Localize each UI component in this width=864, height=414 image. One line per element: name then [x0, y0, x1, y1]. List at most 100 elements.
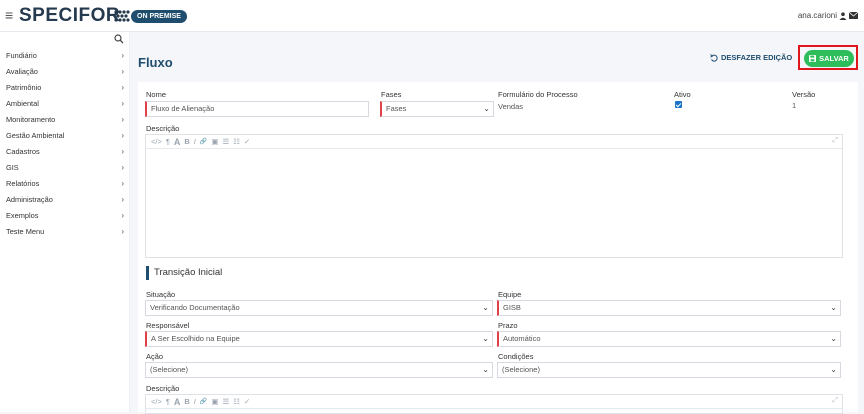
fullscreen-icon[interactable]: ⤢ — [832, 397, 838, 405]
bold-icon[interactable]: B — [184, 397, 189, 406]
sidebar-item-gestao-ambiental[interactable]: Gestão Ambiental › — [0, 127, 130, 143]
user-menu[interactable]: ana.carioni — [798, 11, 858, 20]
transicao-descricao-editor[interactable]: </> ¶ A B I 🔗 ▣ ☰ ☷ ✓ ⤢ — [145, 394, 843, 414]
fullscreen-icon[interactable]: ⤢ — [832, 137, 838, 145]
chevron-down-icon: ⌄ — [482, 365, 489, 374]
chevron-right-icon: › — [121, 194, 124, 204]
chevron-right-icon: › — [121, 178, 124, 188]
prazo-label: Prazo — [498, 321, 518, 330]
link-icon[interactable]: 🔗 — [200, 398, 207, 405]
fases-select[interactable]: Fases ⌄ — [380, 101, 494, 117]
editor-toolbar: </> ¶ A B I 🔗 ▣ ☰ ☷ ✓ — [146, 395, 842, 409]
nome-input[interactable]: Fluxo de Alienação — [145, 101, 369, 117]
sidebar-item-monitoramento[interactable]: Monitoramento › — [0, 111, 130, 127]
font-icon[interactable]: A — [174, 137, 181, 147]
nome-label: Nome — [146, 90, 167, 99]
chevron-down-icon: ⌄ — [830, 365, 837, 374]
clear-format-icon[interactable]: ✓ — [244, 397, 250, 406]
sidebar-item-label: Administração — [6, 194, 53, 204]
undo-edit-button[interactable]: DESFAZER EDIÇÃO — [710, 53, 792, 62]
ativo-checkbox[interactable] — [675, 101, 682, 108]
responsavel-value: A Ser Escolhido na Equipe — [151, 334, 240, 343]
chevron-right-icon: › — [121, 82, 124, 92]
prazo-value: Automático — [503, 334, 541, 343]
sidebar-item-fundiario[interactable]: Fundiário › — [0, 47, 130, 63]
image-icon[interactable]: ▣ — [211, 137, 218, 146]
equipe-label: Equipe — [498, 290, 522, 299]
save-button[interactable]: SALVAR — [804, 50, 854, 67]
acao-label: Ação — [146, 352, 164, 361]
situacao-value: Verificando Documentação — [150, 303, 240, 312]
sidebar-item-exemplos[interactable]: Exemplos › — [0, 207, 130, 223]
paragraph-icon[interactable]: ¶ — [166, 397, 170, 406]
chevron-right-icon: › — [121, 98, 124, 108]
situacao-select[interactable]: Verificando Documentação ⌄ — [145, 300, 493, 316]
chevron-down-icon: ⌄ — [482, 303, 489, 312]
sidebar-item-cadastros[interactable]: Cadastros › — [0, 143, 130, 159]
mail-icon[interactable] — [849, 12, 858, 19]
descricao-label: Descrição — [146, 124, 180, 133]
sidebar-item-administracao[interactable]: Administração › — [0, 191, 130, 207]
chevron-down-icon: ⌄ — [482, 334, 489, 343]
chevron-right-icon: › — [121, 146, 124, 156]
prazo-select[interactable]: Automático ⌄ — [497, 331, 841, 347]
save-highlight: SALVAR — [798, 45, 858, 70]
chevron-right-icon: › — [121, 66, 124, 76]
chevron-right-icon: › — [121, 130, 124, 140]
sidebar-item-label: Exemplos — [6, 210, 39, 220]
equipe-select[interactable]: GISB ⌄ — [497, 300, 841, 316]
chevron-right-icon: › — [121, 162, 124, 172]
chevron-down-icon: ⌄ — [830, 303, 837, 312]
descricao-editor[interactable]: </> ¶ A B I 🔗 ▣ ☰ ☷ ✓ ⤢ — [145, 134, 843, 258]
link-icon[interactable]: 🔗 — [200, 138, 207, 145]
undo-edit-label: DESFAZER EDIÇÃO — [721, 53, 793, 62]
transicao-descricao-label: Descrição — [146, 384, 180, 393]
italic-icon[interactable]: I — [194, 137, 196, 146]
bullet-list-icon[interactable]: ☰ — [222, 137, 229, 146]
sidebar-item-label: Relatórios — [6, 178, 40, 188]
formulario-value: Vendas — [498, 102, 524, 111]
bullet-list-icon[interactable]: ☰ — [222, 397, 229, 406]
equipe-value: GISB — [503, 303, 521, 312]
sidebar-item-label: Ambiental — [6, 98, 39, 108]
chevron-right-icon: › — [121, 114, 124, 124]
editor-toolbar: </> ¶ A B I 🔗 ▣ ☰ ☷ ✓ — [146, 135, 842, 149]
acao-value: (Selecione) — [150, 365, 188, 374]
sidebar-item-label: Avaliação — [6, 66, 38, 76]
versao-value: 1 — [792, 101, 797, 110]
condicoes-select[interactable]: (Selecione) ⌄ — [497, 362, 841, 378]
numbered-list-icon[interactable]: ☷ — [233, 137, 240, 146]
sidebar-menu: Fundiário › Avaliação › Patrimônio › Ambien… — [0, 47, 130, 239]
code-view-icon[interactable]: </> — [151, 397, 162, 406]
sidebar-item-label: Gestão Ambiental — [6, 130, 65, 140]
situacao-label: Situação — [146, 290, 176, 299]
font-icon[interactable]: A — [174, 397, 181, 407]
sidebar-item-ambiental[interactable]: Ambiental › — [0, 95, 130, 111]
italic-icon[interactable]: I — [194, 397, 196, 406]
paragraph-icon[interactable]: ¶ — [166, 137, 170, 146]
user-icon — [839, 11, 847, 20]
sidebar-item-gis[interactable]: GIS › — [0, 159, 130, 175]
sidebar-item-label: Fundiário — [6, 50, 37, 60]
sidebar: Fundiário › Avaliação › Patrimônio › Ambien… — [0, 32, 130, 412]
fases-label: Fases — [381, 90, 402, 99]
responsavel-label: Responsável — [146, 321, 190, 330]
chevron-down-icon: ⌄ — [483, 104, 490, 113]
sidebar-item-patrimonio[interactable]: Patrimônio › — [0, 79, 130, 95]
code-view-icon[interactable]: </> — [151, 137, 162, 146]
acao-select[interactable]: (Selecione) ⌄ — [145, 362, 493, 378]
sidebar-item-label: Monitoramento — [6, 114, 56, 124]
bold-icon[interactable]: B — [184, 137, 189, 146]
search-icon[interactable] — [114, 34, 124, 44]
logo-dots-icon — [114, 10, 130, 22]
sidebar-item-teste-menu[interactable]: Teste Menu › — [0, 223, 130, 239]
sidebar-item-avaliacao[interactable]: Avaliação › — [0, 63, 130, 79]
numbered-list-icon[interactable]: ☷ — [233, 397, 240, 406]
hamburger-menu-icon[interactable]: ≡ — [5, 8, 13, 22]
chevron-down-icon: ⌄ — [830, 334, 837, 343]
sidebar-item-relatorios[interactable]: Relatórios › — [0, 175, 130, 191]
clear-format-icon[interactable]: ✓ — [244, 137, 250, 146]
responsavel-select[interactable]: A Ser Escolhido na Equipe ⌄ — [145, 331, 493, 347]
username: ana.carioni — [797, 11, 837, 20]
image-icon[interactable]: ▣ — [211, 397, 218, 406]
